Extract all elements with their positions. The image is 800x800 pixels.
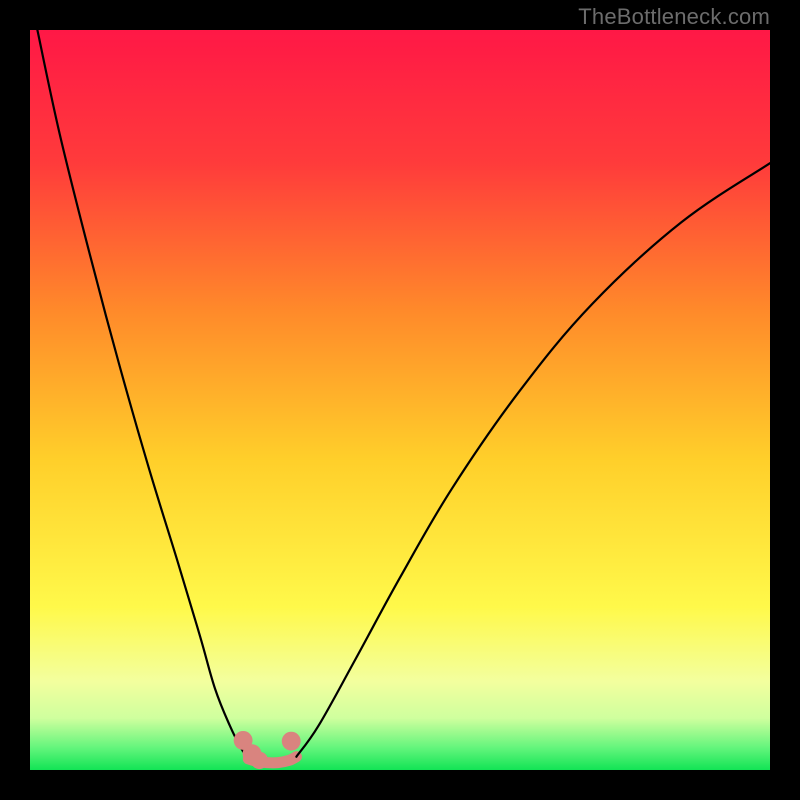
curve-marker (251, 752, 268, 769)
watermark-text: TheBottleneck.com (578, 4, 770, 30)
curve-right (296, 163, 770, 756)
plot-area (30, 30, 770, 770)
curve-marker (282, 732, 301, 751)
curve-layer (30, 30, 770, 770)
curve-left (37, 30, 248, 759)
chart-frame: TheBottleneck.com (0, 0, 800, 800)
